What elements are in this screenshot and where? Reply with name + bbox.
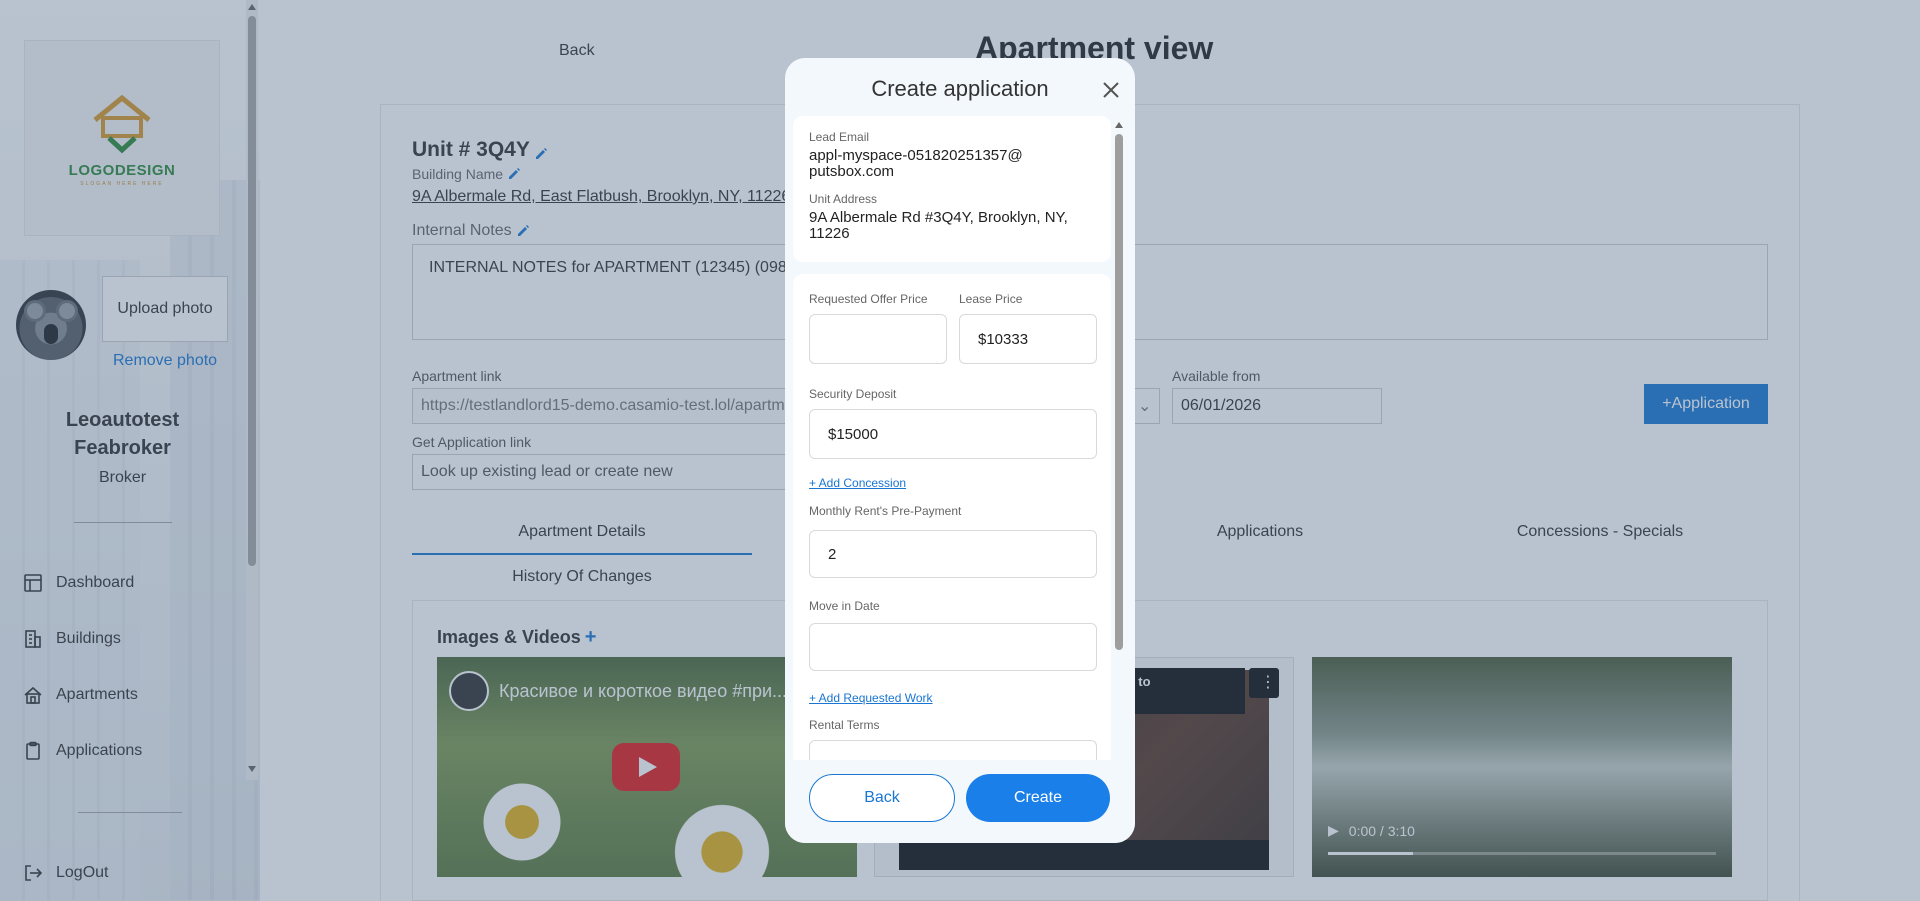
requested-offer-label: Requested Offer Price xyxy=(809,292,928,306)
lease-price-input[interactable]: $10333 xyxy=(959,314,1097,364)
unit-address-label: Unit Address xyxy=(809,192,878,206)
modal-footer: Back Create xyxy=(785,760,1135,843)
create-button[interactable]: Create xyxy=(966,774,1110,822)
lease-price-label: Lease Price xyxy=(959,292,1023,306)
close-icon[interactable] xyxy=(1101,80,1121,100)
modal-body: Lead Email appl-myspace-051820251357@put… xyxy=(793,116,1121,831)
back-button[interactable]: Back xyxy=(809,774,955,822)
add-concession-link[interactable]: + Add Concession xyxy=(809,476,906,490)
move-in-date-input[interactable] xyxy=(809,623,1097,671)
application-form: Requested Offer Price Lease Price $10333… xyxy=(793,274,1111,831)
scrollbar-thumb[interactable] xyxy=(1115,134,1123,650)
lead-email-value: appl-myspace-051820251357@putsbox.com xyxy=(809,147,1023,180)
prepayment-label: Monthly Rent's Pre-Payment xyxy=(809,504,962,518)
requested-offer-input[interactable] xyxy=(809,314,947,364)
modal-scrollbar[interactable] xyxy=(1113,120,1125,828)
security-deposit-input[interactable]: $15000 xyxy=(809,409,1097,459)
scroll-up-icon[interactable] xyxy=(1115,122,1123,128)
modal-title: Create application xyxy=(871,76,1049,101)
security-deposit-label: Security Deposit xyxy=(809,387,897,401)
create-application-modal: Create application Lead Email appl-myspa… xyxy=(785,58,1135,843)
lead-email-label: Lead Email xyxy=(809,130,870,144)
add-requested-work-link[interactable]: + Add Requested Work xyxy=(809,691,933,705)
rental-terms-label: Rental Terms xyxy=(809,718,880,732)
prepayment-input[interactable]: 2 xyxy=(809,530,1097,578)
move-in-label: Move in Date xyxy=(809,599,880,613)
lead-info-card: Lead Email appl-myspace-051820251357@put… xyxy=(793,116,1111,262)
unit-address-value: 9A Albermale Rd #3Q4Y, Brooklyn, NY, 112… xyxy=(809,209,1068,242)
